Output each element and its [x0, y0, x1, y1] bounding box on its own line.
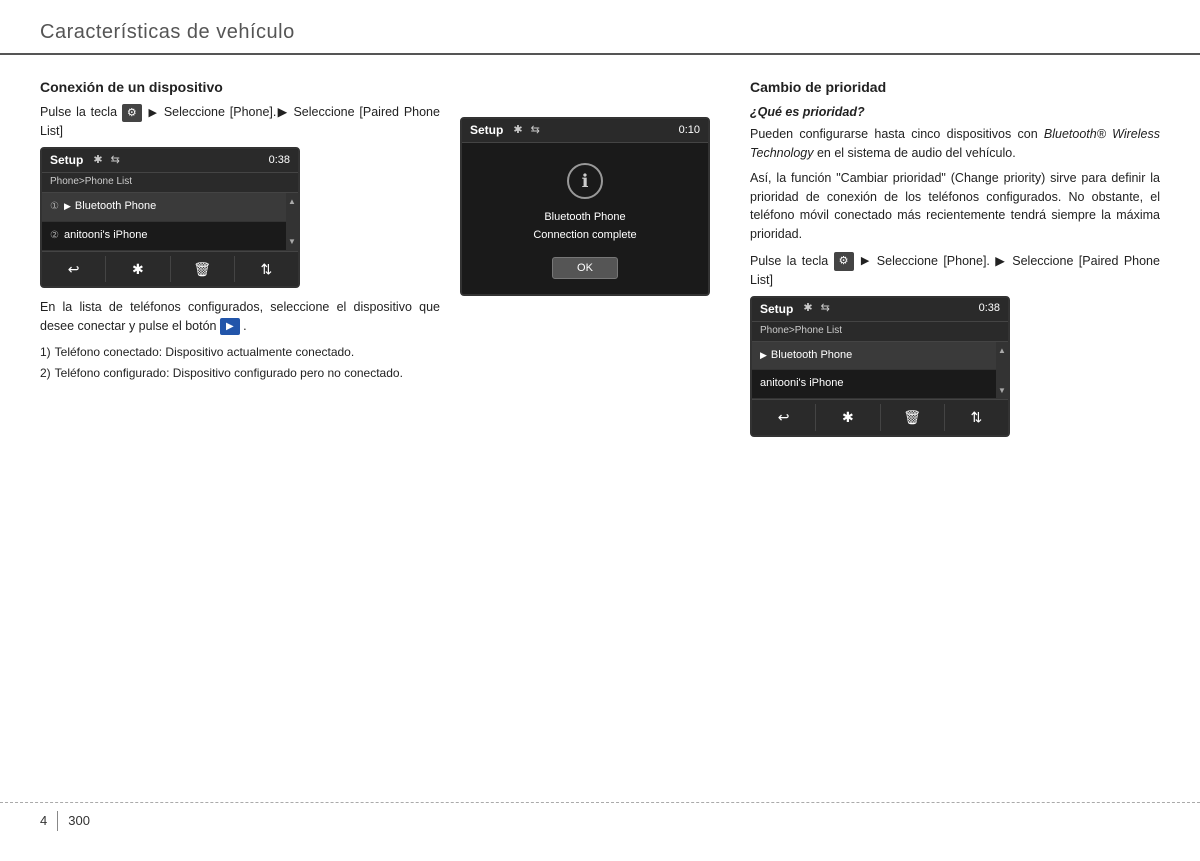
note-1-num: 1) [40, 344, 51, 361]
dialog-line-1: Bluetooth Phone [533, 209, 636, 227]
note-1: 1) Teléfono conectado: Dispositivo actua… [40, 344, 440, 361]
screen-1-title: Setup [50, 152, 83, 169]
page-header: Características de vehículo [0, 0, 1200, 55]
arrow-right-1: ▶ [149, 105, 157, 122]
right-body-1: Pueden configurarse hasta cinco disposit… [750, 125, 1160, 163]
screen-3-row-1[interactable]: ▶ Bluetooth Phone [752, 342, 996, 371]
screen-1-rows: ① ▶ Bluetooth Phone ② anitooni's iPhone … [42, 193, 298, 251]
scroll-up-1[interactable]: ▲ [288, 196, 296, 208]
screen-1: Setup ✱ ⇆ 0:38 Phone>Phone List ① ▶ Blue… [40, 147, 300, 288]
screen-1-footer: ↩ ✱ 🗑 ⇅ [42, 251, 298, 286]
screen-1-row-2[interactable]: ② anitooni's iPhone [42, 222, 286, 251]
arrow-right-3: ▶ [861, 253, 869, 270]
bt-icon-2: ✱ [513, 123, 522, 139]
note-2: 2) Teléfono configurado: Dispositivo con… [40, 365, 440, 382]
bt-icon-1: ✱ [93, 153, 102, 169]
scroll-down-1[interactable]: ▼ [288, 236, 296, 248]
scroll-down-3[interactable]: ▼ [998, 385, 1006, 397]
footer-btn-back-3[interactable]: ↩ [752, 404, 816, 430]
row-2-text: anitooni's iPhone [64, 228, 278, 244]
screen-1-scrollbar[interactable]: ▲ ▼ [286, 193, 298, 251]
screen-2-icons: ✱ ⇆ [513, 123, 539, 139]
dialog-text: Bluetooth Phone Connection complete [533, 209, 636, 244]
screen-1-icons: ✱ ⇆ [93, 153, 119, 169]
footer-page: 4 [40, 812, 47, 831]
left-column: Conexión de un dispositivo Pulse la tecl… [40, 77, 460, 447]
middle-column: Setup ✱ ⇆ 0:10 ℹ Bluetooth Phone Connect… [460, 77, 740, 447]
connect-button[interactable]: ▶ [220, 318, 240, 335]
signal-icon-3: ⇆ [821, 301, 830, 317]
footer-btn-bt-3[interactable]: ✱ [816, 404, 880, 430]
screen-3-footer: ↩ ✱ 🗑 ⇅ [752, 399, 1008, 434]
gear-button-left[interactable]: ⚙ [122, 104, 142, 123]
bt-icon-3: ✱ [803, 301, 812, 317]
footer-btn-bt-1[interactable]: ✱ [106, 256, 170, 282]
footer-btn-sort-3[interactable]: ⇅ [945, 404, 1008, 430]
right-section-title: Cambio de prioridad [750, 77, 1160, 97]
screen-2-time: 0:10 [679, 123, 700, 139]
main-content: Conexión de un dispositivo Pulse la tecl… [0, 55, 1200, 447]
screen-3-scrollbar[interactable]: ▲ ▼ [996, 342, 1008, 400]
note-2-num: 2) [40, 365, 51, 382]
footer-page-sub: 300 [68, 812, 90, 831]
row-1-play-icon: ▶ [64, 200, 71, 213]
notes-section: 1) Teléfono conectado: Dispositivo actua… [40, 344, 440, 383]
screen-1-row-1[interactable]: ① ▶ Bluetooth Phone [42, 193, 286, 222]
note-1-text: Teléfono conectado: Dispositivo actualme… [55, 344, 355, 361]
screen-3-time: 0:38 [979, 301, 1000, 317]
footer-btn-del-1[interactable]: 🗑 [171, 256, 235, 282]
footer-divider [57, 811, 58, 831]
screen-2-dialog: ℹ Bluetooth Phone Connection complete OK [462, 143, 708, 293]
row-3-2-text: anitooni's iPhone [760, 376, 988, 392]
page-title: Características de vehículo [40, 18, 1160, 47]
gear-icon-left: ⚙ [127, 105, 137, 122]
right-subtitle: ¿Qué es prioridad? [750, 103, 1160, 121]
left-instruction-2: En la lista de teléfonos configurados, s… [40, 298, 440, 336]
right-column: Cambio de prioridad ¿Qué es prioridad? P… [740, 77, 1160, 447]
footer-btn-back-1[interactable]: ↩ [42, 256, 106, 282]
row-1-text: Bluetooth Phone [75, 199, 278, 215]
info-symbol: ℹ [582, 168, 589, 194]
info-icon: ℹ [567, 163, 603, 199]
footer-btn-sort-1[interactable]: ⇅ [235, 256, 298, 282]
signal-icon-1: ⇆ [111, 153, 120, 169]
scroll-up-3[interactable]: ▲ [998, 345, 1006, 357]
screen-3-rows: ▶ Bluetooth Phone anitooni's iPhone ▲ ▼ [752, 342, 1008, 400]
gear-button-right[interactable]: ⚙ [834, 252, 854, 271]
screen-2-header: Setup ✱ ⇆ 0:10 [462, 119, 708, 143]
connect-icon: ▶ [226, 319, 234, 334]
row-1-num: ① [50, 200, 64, 215]
dialog-line-2: Connection complete [533, 227, 636, 245]
row-2-num: ② [50, 229, 64, 244]
screen-3-title: Setup [760, 301, 793, 318]
right-instruction-3: Pulse la tecla ⚙ ▶ Seleccione [Phone]. ▶… [750, 252, 1160, 290]
screen-2: Setup ✱ ⇆ 0:10 ℹ Bluetooth Phone Connect… [460, 117, 710, 296]
screen-3: Setup ✱ ⇆ 0:38 Phone>Phone List ▶ Blueto… [750, 296, 1010, 437]
left-section-title: Conexión de un dispositivo [40, 77, 440, 97]
screen-1-time: 0:38 [269, 153, 290, 169]
page-footer: 4 300 [0, 802, 1200, 831]
screen-1-header: Setup ✱ ⇆ 0:38 [42, 149, 298, 173]
screen-3-icons: ✱ ⇆ [803, 301, 829, 317]
footer-btn-del-3[interactable]: 🗑 [881, 404, 945, 430]
row-3-1-icon: ▶ [760, 349, 767, 362]
signal-icon-2: ⇆ [531, 123, 540, 139]
row-3-1-text: Bluetooth Phone [771, 348, 988, 364]
gear-icon-right: ⚙ [839, 253, 849, 270]
right-body-2: Así, la función "Cambiar prioridad" (Cha… [750, 169, 1160, 244]
screen-2-title: Setup [470, 122, 503, 139]
left-instruction-1: Pulse la tecla ⚙ ▶ Seleccione [Phone].▶ … [40, 103, 440, 141]
dialog-ok-button[interactable]: OK [552, 257, 618, 279]
note-2-text: Teléfono configurado: Dispositivo config… [55, 365, 403, 382]
screen-1-breadcrumb: Phone>Phone List [42, 173, 298, 193]
screen-3-breadcrumb: Phone>Phone List [752, 322, 1008, 342]
screen-3-header: Setup ✱ ⇆ 0:38 [752, 298, 1008, 322]
screen-3-row-2[interactable]: anitooni's iPhone [752, 370, 996, 399]
